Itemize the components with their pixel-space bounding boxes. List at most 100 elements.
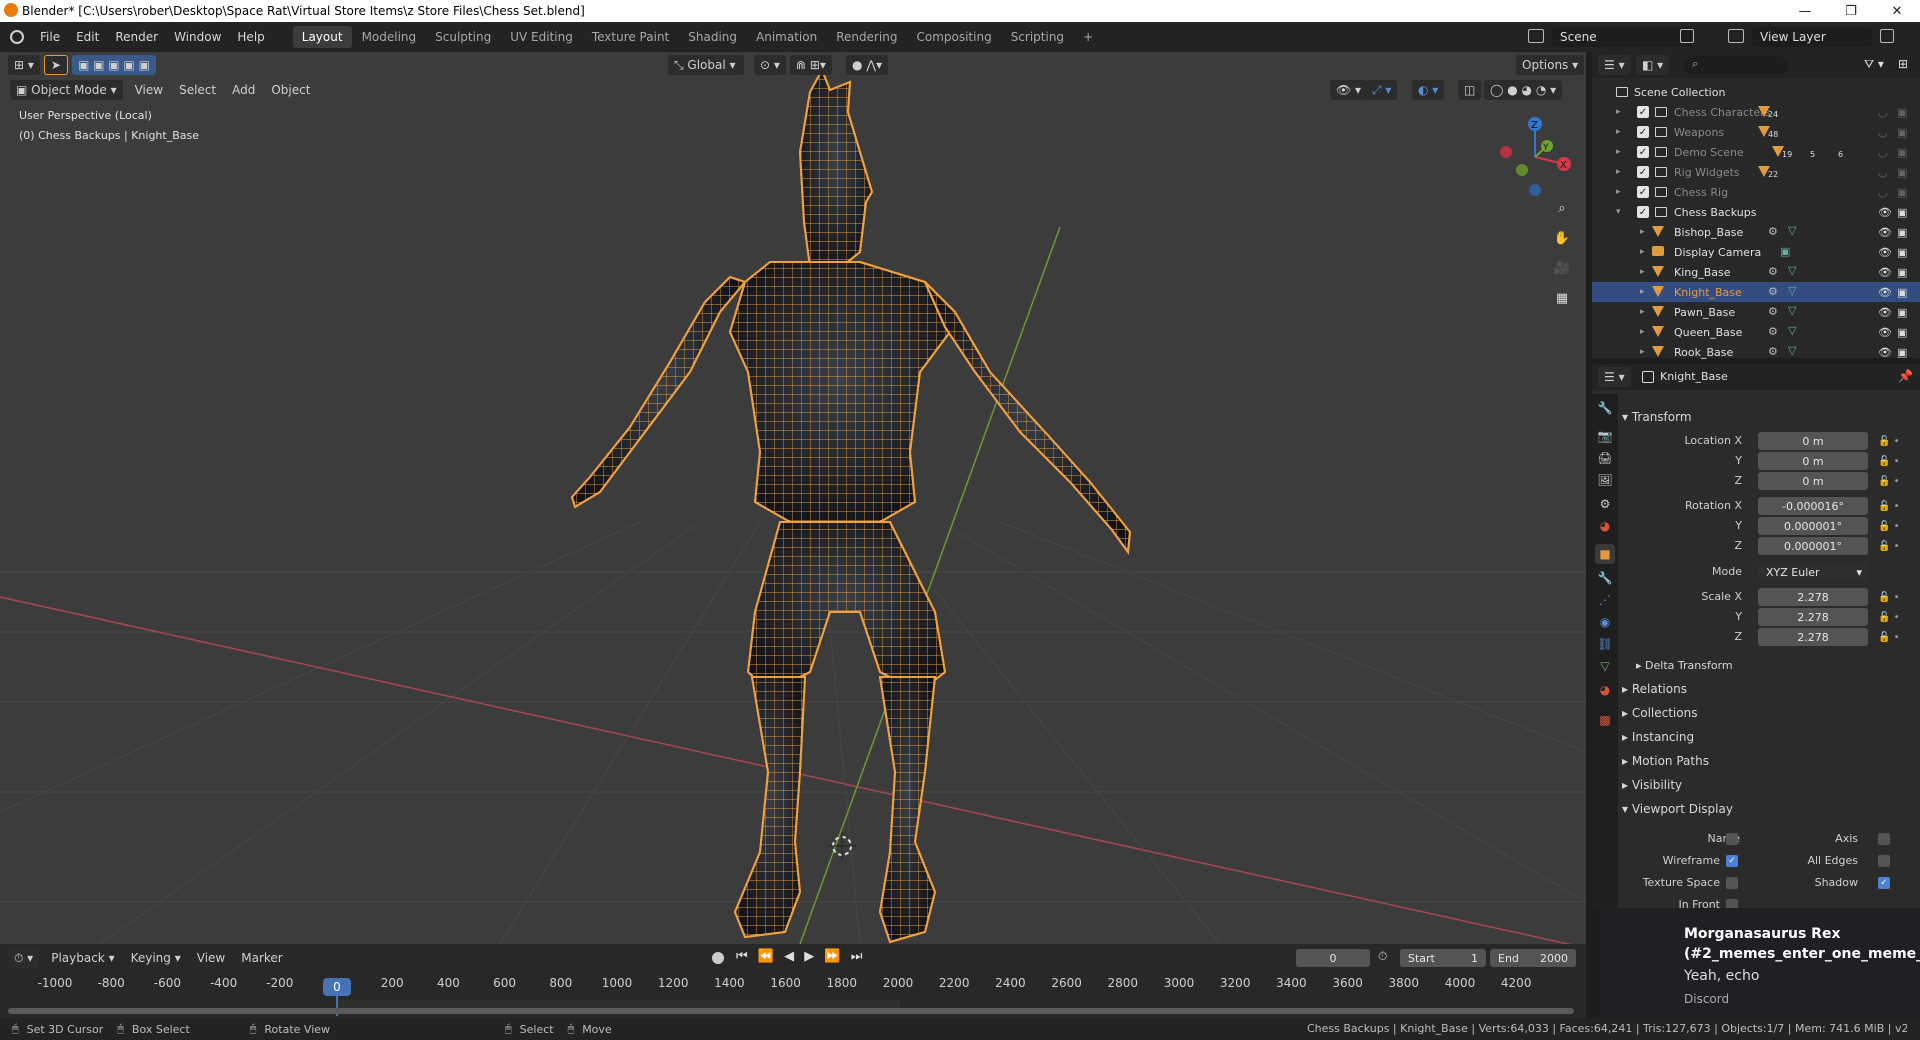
timeline-menu-marker[interactable]: Marker: [233, 951, 290, 965]
lock-icon[interactable]: 🔓 •: [1878, 476, 1900, 487]
view-layer-tab-icon[interactable]: 🖼: [1595, 470, 1615, 490]
select-mode-buttons[interactable]: ▣ ▣ ▣ ▣ ▣: [71, 55, 156, 75]
new-collection-icon[interactable]: ⊞: [1898, 57, 1908, 71]
timeline-menu-keying[interactable]: Keying ▾: [123, 951, 189, 965]
playback-controls[interactable]: ⏮ ⏪ ◀ ▶ ⏩ ⏭: [736, 949, 865, 964]
new-scene-icon[interactable]: [1680, 29, 1694, 43]
eye-icon[interactable]: 👁: [1878, 286, 1892, 299]
eye-icon[interactable]: ◡: [1878, 126, 1888, 139]
modifier-tab-icon[interactable]: 🔧: [1595, 568, 1615, 588]
rotation-z-field[interactable]: 0.000001°: [1758, 537, 1868, 555]
viewport-menu-object[interactable]: Object: [263, 83, 318, 97]
outliner-search-input[interactable]: ⌕: [1684, 56, 1788, 74]
object-tab-icon[interactable]: ■: [1595, 544, 1615, 564]
outliner-object-row[interactable]: ▸ Bishop_Base ⚙ ▽ 👁 ▣: [1592, 222, 1920, 242]
timeline-scrollbar[interactable]: [8, 1008, 1574, 1014]
tab-animation[interactable]: Animation: [747, 26, 826, 48]
camera-icon[interactable]: ▣: [1897, 266, 1907, 279]
outliner-object-row[interactable]: ▸ Queen_Base ⚙ ▽ 👁 ▣: [1592, 322, 1920, 342]
timeline-ruler[interactable]: -1000 -800 -600 -400 -200 200 400 600 800 1000 120…: [0, 970, 1586, 1000]
render-tab-icon[interactable]: 📷: [1595, 426, 1615, 446]
tab-rendering[interactable]: Rendering: [827, 26, 906, 48]
camera-icon[interactable]: ▣: [1897, 326, 1907, 339]
camera-icon[interactable]: ▣: [1897, 186, 1907, 199]
eye-icon[interactable]: 👁: [1878, 266, 1892, 279]
location-x-field[interactable]: 0 m: [1758, 432, 1868, 450]
camera-icon[interactable]: ▣: [1897, 166, 1907, 179]
tab-uv-editing[interactable]: UV Editing: [501, 26, 582, 48]
lock-icon[interactable]: 🔓 •: [1878, 612, 1900, 623]
overlay-toggle[interactable]: ◐ ▾: [1412, 80, 1445, 100]
lock-icon[interactable]: 🔓 •: [1878, 521, 1900, 532]
physics-tab-icon[interactable]: ◉: [1595, 612, 1615, 632]
chevron-right-icon[interactable]: ▸: [1616, 167, 1621, 177]
eye-icon[interactable]: 👁: [1878, 226, 1892, 239]
navigation-gizmo[interactable]: Z X Y: [1490, 112, 1580, 202]
menu-render[interactable]: Render: [107, 30, 166, 44]
chevron-right-icon[interactable]: ▸: [1640, 347, 1645, 357]
mode-dropdown[interactable]: ▣ Object Mode ▾: [10, 80, 123, 100]
chevron-right-icon[interactable]: ▸: [1640, 267, 1645, 277]
viewport-menu-view[interactable]: View: [127, 83, 171, 97]
eye-icon[interactable]: ◡: [1878, 106, 1888, 119]
scale-y-field[interactable]: 2.278: [1758, 608, 1868, 626]
chevron-right-icon[interactable]: ▸: [1640, 327, 1645, 337]
chevron-right-icon[interactable]: ▸: [1616, 147, 1621, 157]
lock-icon[interactable]: 🔓 •: [1878, 501, 1900, 512]
start-frame-field[interactable]: Start 1: [1400, 949, 1486, 967]
name-checkbox[interactable]: [1726, 833, 1738, 845]
axis-checkbox[interactable]: [1878, 833, 1890, 845]
tab-shading[interactable]: Shading: [679, 26, 746, 48]
viewport-scene[interactable]: [0, 52, 1586, 944]
tab-modeling[interactable]: Modeling: [353, 26, 426, 48]
rotation-mode-dropdown[interactable]: XYZ Euler ▾: [1758, 563, 1868, 581]
scene-tab-icon[interactable]: ⚙: [1595, 494, 1615, 514]
chevron-right-icon[interactable]: ▸: [1616, 127, 1621, 137]
pivot-dropdown[interactable]: ⊙ ▾: [754, 55, 786, 75]
menu-window[interactable]: Window: [166, 30, 229, 44]
snap-toggle[interactable]: ⋒ ⊞▾: [790, 55, 832, 75]
camera-view-icon[interactable]: 🎥: [1550, 256, 1574, 280]
outliner-collection-row[interactable]: ▸ ✓ Chess Characters 24 ◡ ▣: [1592, 102, 1920, 122]
maximize-button[interactable]: ❐: [1828, 0, 1874, 22]
scale-z-field[interactable]: 2.278: [1758, 628, 1868, 646]
scale-x-field[interactable]: 2.278: [1758, 588, 1868, 606]
eye-icon[interactable]: 👁: [1878, 326, 1892, 339]
motion-paths-panel-header[interactable]: ▸ Motion Paths: [1622, 754, 1709, 768]
constraints-tab-icon[interactable]: ⛓: [1595, 634, 1615, 654]
chevron-right-icon[interactable]: ▸: [1640, 247, 1645, 257]
add-workspace-button[interactable]: +: [1074, 26, 1102, 48]
exclude-checkbox[interactable]: ✓: [1637, 106, 1649, 118]
options-dropdown[interactable]: Options ▾: [1516, 55, 1585, 75]
camera-icon[interactable]: ▣: [1897, 246, 1907, 259]
viewport-menu-add[interactable]: Add: [224, 83, 263, 97]
camera-icon[interactable]: ▣: [1897, 306, 1907, 319]
select-tool-icon[interactable]: ➤: [43, 55, 68, 75]
outliner-collection-row[interactable]: ▸ ✓ Weapons 48 ◡ ▣: [1592, 122, 1920, 142]
relations-panel-header[interactable]: ▸ Relations: [1622, 682, 1687, 696]
menu-file[interactable]: File: [32, 30, 68, 44]
gizmo-toggle[interactable]: ⤢ ▾: [1366, 80, 1398, 100]
texture-space-checkbox[interactable]: [1726, 877, 1738, 889]
eye-icon[interactable]: 👁: [1878, 246, 1892, 259]
wireframe-checkbox[interactable]: ✓: [1726, 855, 1738, 867]
eye-icon[interactable]: 👁: [1878, 346, 1892, 359]
zoom-icon[interactable]: ⌕: [1550, 196, 1574, 220]
current-frame-field[interactable]: 0: [1296, 949, 1370, 967]
in-front-checkbox[interactable]: [1726, 899, 1738, 908]
camera-icon[interactable]: ▣: [1897, 206, 1907, 219]
tab-scripting[interactable]: Scripting: [1002, 26, 1073, 48]
outliner-scene-collection[interactable]: Scene Collection: [1592, 82, 1920, 102]
lock-icon[interactable]: 🔓 •: [1878, 632, 1900, 643]
visibility-dropdown[interactable]: 👁 ▾: [1330, 80, 1368, 100]
location-z-field[interactable]: 0 m: [1758, 472, 1868, 490]
proportional-edit-toggle[interactable]: ● ⋀▾: [846, 55, 889, 75]
outliner-object-row[interactable]: ▸ Display Camera ▣ 👁 ▣: [1592, 242, 1920, 262]
eye-icon[interactable]: ◡: [1878, 166, 1888, 179]
xray-toggle[interactable]: ◫: [1458, 80, 1482, 100]
outliner-object-row[interactable]: ▸ King_Base ⚙ ▽ 👁 ▣: [1592, 262, 1920, 282]
tab-layout[interactable]: Layout: [292, 26, 352, 48]
all-edges-checkbox[interactable]: [1878, 855, 1890, 867]
exclude-checkbox[interactable]: ✓: [1637, 186, 1649, 198]
exclude-checkbox[interactable]: ✓: [1637, 146, 1649, 158]
